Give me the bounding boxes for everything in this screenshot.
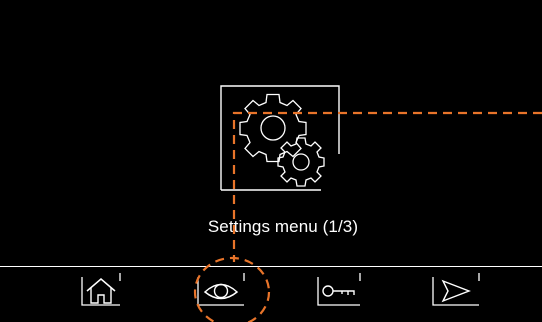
gears-icon — [220, 85, 340, 191]
unlock-button[interactable] — [317, 271, 361, 313]
send-button[interactable] — [432, 271, 480, 313]
settings-menu-caption: Settings menu (1/3) — [207, 217, 359, 236]
key-icon — [317, 273, 361, 306]
home-button[interactable] — [81, 271, 124, 313]
monitor-button[interactable] — [197, 271, 245, 313]
intercom-screen: Settings menu (1/3) — [0, 0, 542, 322]
eye-icon — [197, 273, 245, 306]
home-icon — [81, 273, 121, 306]
send-icon — [432, 273, 480, 306]
settings-tile[interactable] — [220, 85, 340, 191]
nav-divider — [0, 266, 542, 267]
